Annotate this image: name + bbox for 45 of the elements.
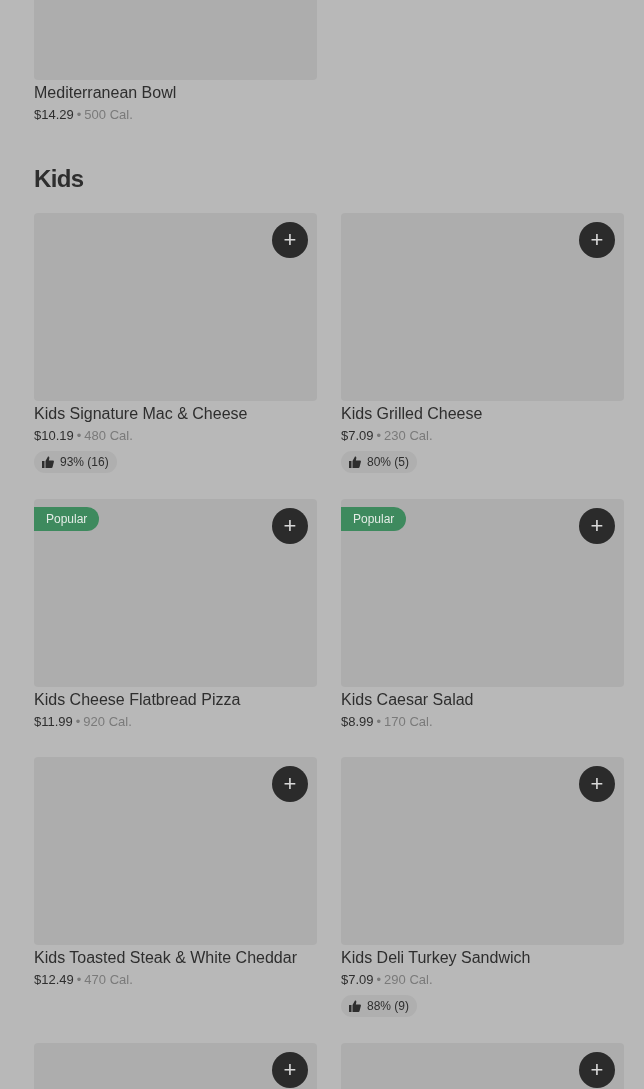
add-button[interactable]: + xyxy=(272,1052,308,1088)
add-button[interactable]: + xyxy=(272,766,308,802)
item-calories: 170 Cal. xyxy=(384,713,433,731)
thumbs-up-icon xyxy=(42,456,54,468)
popular-badge: Popular xyxy=(34,507,100,531)
item-price: $7.09 xyxy=(341,971,374,989)
item-price: $7.09 xyxy=(341,427,374,445)
add-button[interactable]: + xyxy=(272,508,308,544)
add-button[interactable]: + xyxy=(579,222,615,258)
separator-dot: • xyxy=(376,427,382,445)
section-heading: Kids xyxy=(34,164,85,194)
item-price: $12.49 xyxy=(34,971,74,989)
separator-dot: • xyxy=(76,427,82,445)
item-name[interactable]: Kids Signature Mac & Cheese xyxy=(34,404,317,424)
thumbs-up-icon xyxy=(349,1000,361,1012)
item-calories: 470 Cal. xyxy=(84,971,133,989)
item-price: $8.99 xyxy=(341,713,374,731)
item-calories: 500 Cal. xyxy=(84,106,133,124)
item-name[interactable]: Kids Grilled Cheese xyxy=(341,404,624,424)
popular-badge: Popular xyxy=(341,507,407,531)
separator-dot: • xyxy=(75,713,81,731)
add-button[interactable]: + xyxy=(272,222,308,258)
add-button[interactable]: + xyxy=(579,766,615,802)
item-price: $11.99 xyxy=(34,713,73,731)
item-price: $10.19 xyxy=(34,427,74,445)
separator-dot: • xyxy=(76,971,82,989)
item-calories: 480 Cal. xyxy=(84,427,133,445)
add-button[interactable]: + xyxy=(579,1052,615,1088)
rating-text: 93% (16) xyxy=(60,454,109,471)
separator-dot: • xyxy=(76,106,82,124)
separator-dot: • xyxy=(376,971,382,989)
item-name[interactable]: Kids Cheese Flatbread Pizza xyxy=(34,690,317,710)
item-calories: 920 Cal. xyxy=(83,713,132,731)
item-price: $14.29 xyxy=(34,106,74,124)
separator-dot: • xyxy=(376,713,382,731)
rating-text: 80% (5) xyxy=(367,454,410,471)
add-button[interactable]: + xyxy=(579,508,615,544)
rating-text: 88% (9) xyxy=(367,998,410,1015)
item-calories: 290 Cal. xyxy=(384,971,433,989)
item-calories: 230 Cal. xyxy=(384,427,433,445)
item-name[interactable]: Kids Deli Turkey Sandwich xyxy=(341,948,624,968)
item-name[interactable]: Mediterranean Bowl xyxy=(34,83,317,103)
item-name[interactable]: Kids Toasted Steak & White Cheddar xyxy=(34,948,317,968)
item-name[interactable]: Kids Caesar Salad xyxy=(341,690,624,710)
thumbs-up-icon xyxy=(349,456,361,468)
